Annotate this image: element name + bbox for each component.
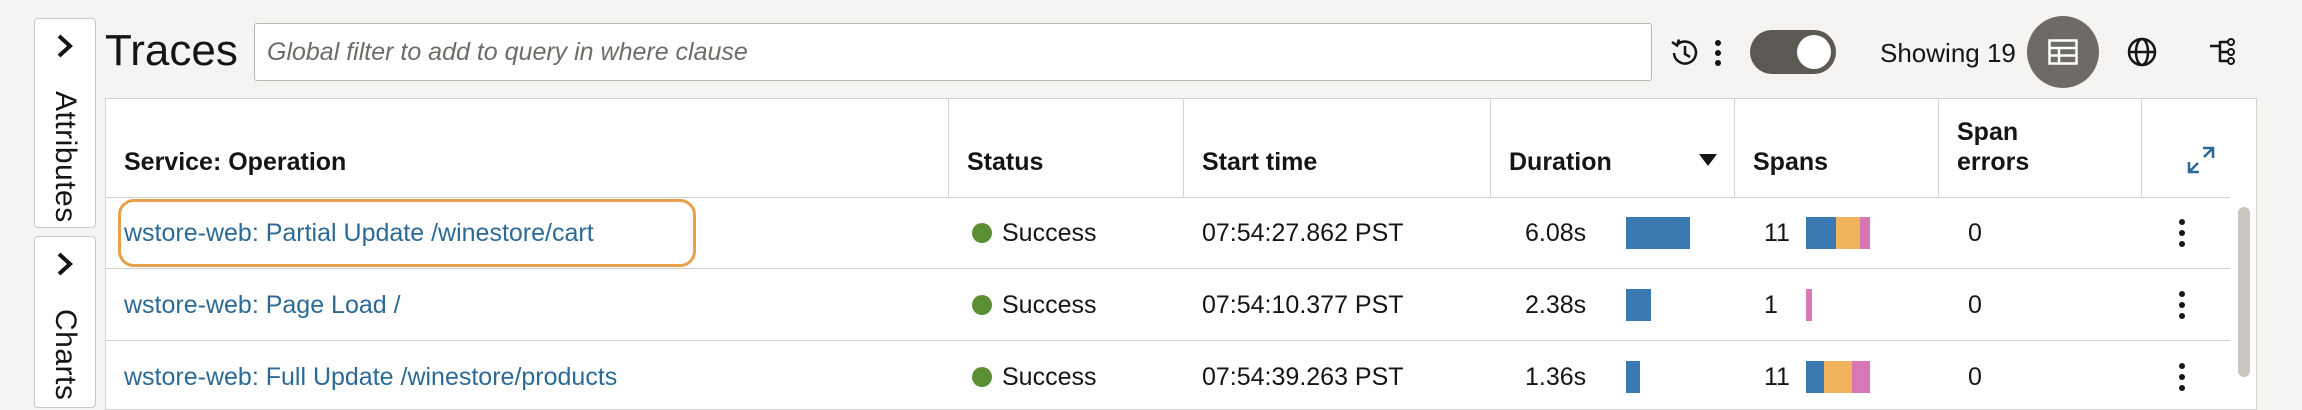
- span-breakdown-segment: [1806, 361, 1824, 393]
- duration-bar: [1626, 289, 1651, 321]
- history-clock-icon[interactable]: [1668, 36, 1702, 75]
- view-toggle-switch[interactable]: [1750, 30, 1836, 74]
- operation-link[interactable]: wstore-web: Full Update /winestore/produ…: [124, 363, 617, 392]
- charts-tab-label: Charts: [49, 309, 82, 401]
- expand-icon[interactable]: [2186, 145, 2216, 175]
- column-header-duration[interactable]: Duration: [1491, 99, 1735, 197]
- duration-bar: [1626, 217, 1690, 249]
- start-time: 07:54:39.263 PST: [1202, 362, 1404, 391]
- row-actions-menu-icon[interactable]: [2172, 361, 2192, 393]
- duration-bar: [1626, 361, 1640, 393]
- span-breakdown-segment: [1836, 217, 1860, 249]
- operation-link[interactable]: wstore-web: Page Load /: [124, 291, 401, 320]
- status-success-icon: [972, 295, 992, 315]
- column-header-start-time[interactable]: Start time: [1184, 99, 1491, 197]
- status-text: Success: [1002, 218, 1097, 247]
- more-options-icon[interactable]: [1713, 38, 1723, 73]
- vertical-scrollbar[interactable]: [2230, 197, 2256, 409]
- column-header-spans[interactable]: Spans: [1735, 99, 1939, 197]
- attributes-side-tab[interactable]: Attributes: [34, 18, 96, 228]
- chevron-right-icon: [54, 33, 76, 64]
- globe-icon[interactable]: [2126, 36, 2158, 73]
- expand-table-column: [2142, 99, 2256, 197]
- attributes-tab-label: Attributes: [49, 91, 82, 223]
- operation-link[interactable]: wstore-web: Partial Update /winestore/ca…: [124, 219, 594, 248]
- sort-descending-icon: [1699, 154, 1717, 166]
- status-text: Success: [1002, 362, 1097, 391]
- span-breakdown-segment: [1806, 289, 1812, 321]
- span-breakdown-segment: [1824, 361, 1852, 393]
- column-header-span-errors[interactable]: Span errors: [1939, 99, 2142, 197]
- status-text: Success: [1002, 290, 1097, 319]
- spans-count: 11: [1764, 218, 1790, 247]
- duration-value: 6.08s: [1525, 218, 1587, 247]
- table-row[interactable]: wstore-web: Partial Update /winestore/ca…: [106, 197, 2230, 269]
- column-header-service-operation[interactable]: Service: Operation: [106, 99, 949, 197]
- span-breakdown-segment: [1806, 217, 1836, 249]
- table-view-button[interactable]: [2027, 16, 2099, 88]
- spans-count: 1: [1764, 290, 1778, 319]
- global-filter-input[interactable]: [254, 23, 1652, 81]
- span-errors-count: 0: [1968, 362, 1982, 391]
- page-title: Traces: [105, 26, 238, 75]
- column-header-status[interactable]: Status: [949, 99, 1184, 197]
- span-breakdown-segment: [1860, 217, 1870, 249]
- toggle-knob: [1797, 35, 1831, 69]
- duration-value: 2.38s: [1525, 290, 1587, 319]
- table-row[interactable]: wstore-web: Full Update /winestore/produ…: [106, 341, 2230, 409]
- table-header: Service: Operation Status Start time Dur…: [106, 99, 2256, 198]
- chevron-right-icon: [54, 251, 76, 282]
- status-success-icon: [972, 367, 992, 387]
- span-breakdown-segment: [1852, 361, 1870, 393]
- spans-count: 11: [1764, 362, 1790, 391]
- row-actions-menu-icon[interactable]: [2172, 217, 2192, 249]
- span-errors-count: 0: [1968, 290, 1982, 319]
- start-time: 07:54:10.377 PST: [1202, 290, 1404, 319]
- table-row[interactable]: wstore-web: Page Load / Success 07:54:10.3…: [106, 269, 2230, 341]
- traces-table: Service: Operation Status Start time Dur…: [105, 98, 2257, 410]
- table-icon: [2048, 39, 2078, 65]
- scrollbar-thumb[interactable]: [2238, 207, 2250, 377]
- start-time: 07:54:27.862 PST: [1202, 218, 1404, 247]
- showing-count: Showing 19: [1880, 38, 2016, 68]
- charts-side-tab[interactable]: Charts: [34, 236, 96, 408]
- row-actions-menu-icon[interactable]: [2172, 289, 2192, 321]
- topology-tree-icon[interactable]: [2208, 38, 2236, 71]
- span-errors-count: 0: [1968, 218, 1982, 247]
- status-success-icon: [972, 223, 992, 243]
- duration-value: 1.36s: [1525, 362, 1587, 391]
